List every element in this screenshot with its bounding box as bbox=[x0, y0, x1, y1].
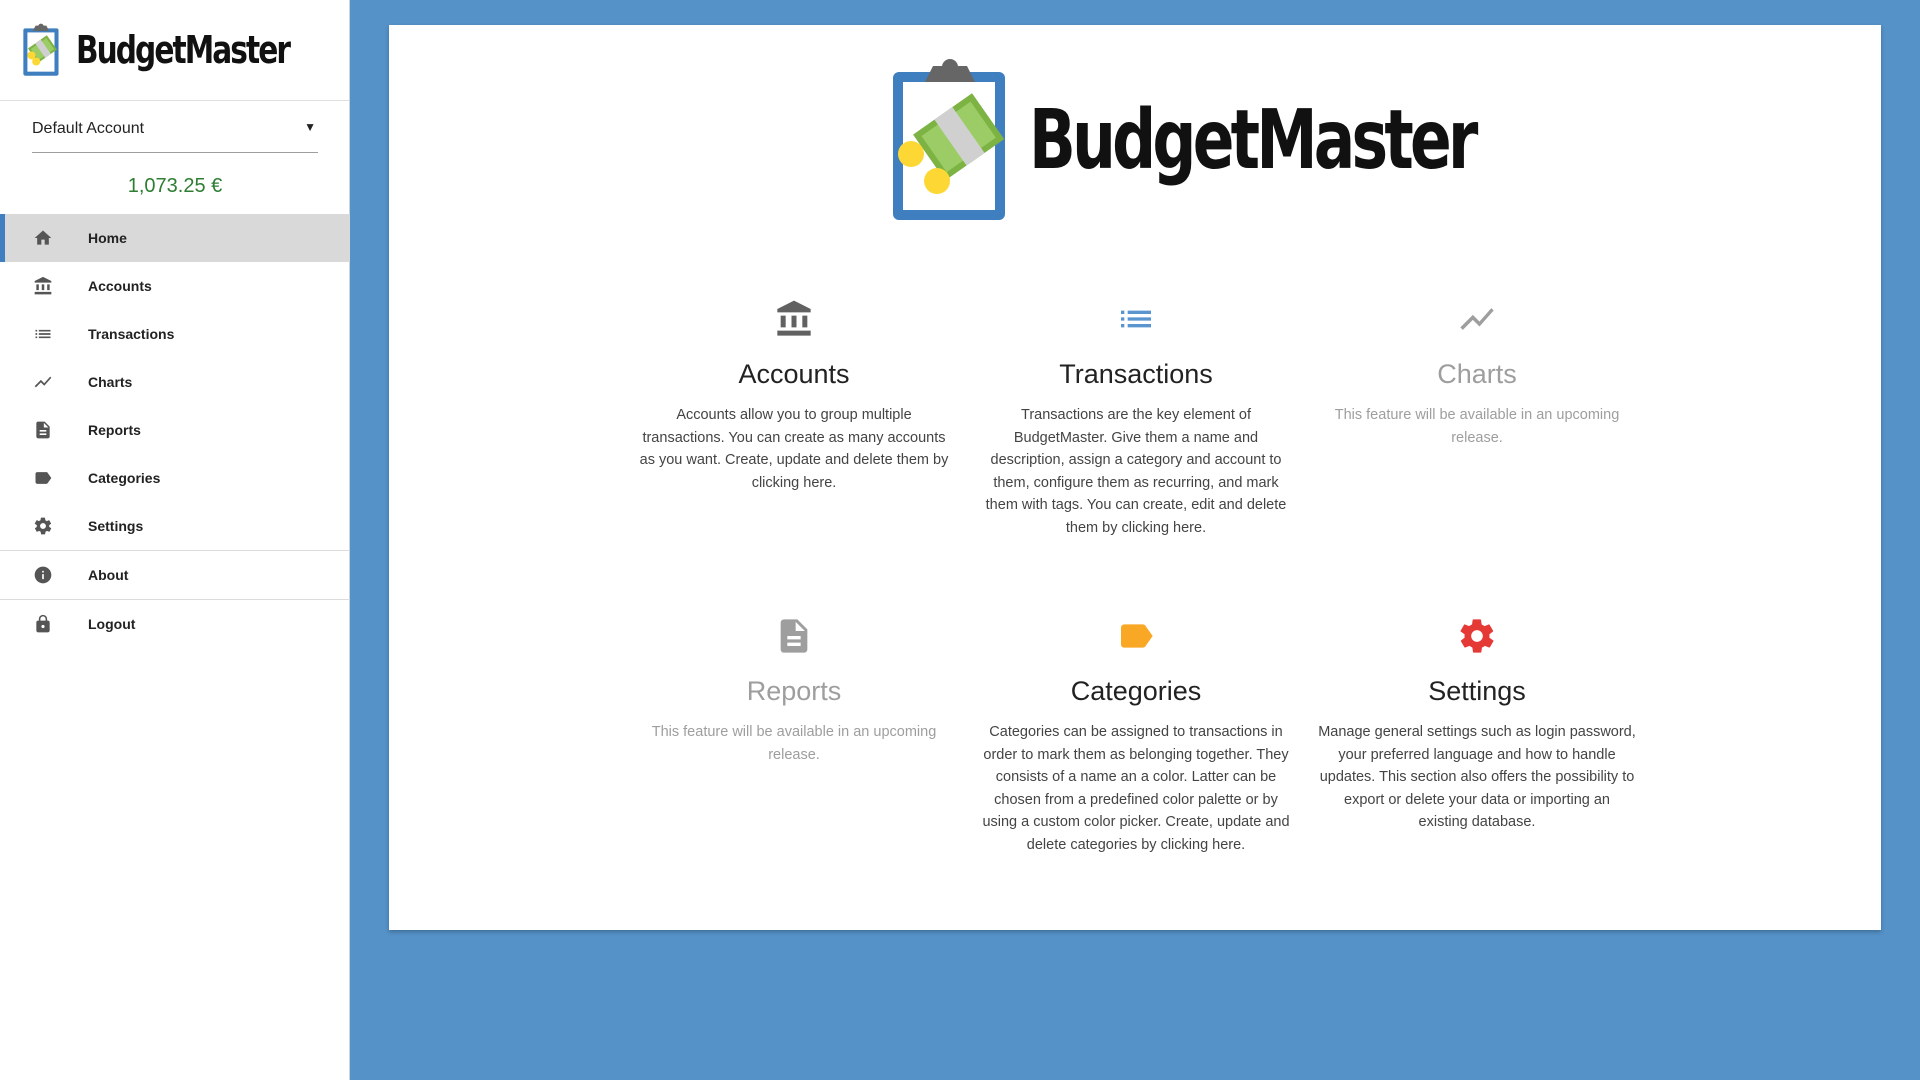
feature-description: This feature will be available in an upc… bbox=[1334, 407, 1620, 446]
info-icon bbox=[34, 566, 52, 584]
sidebar-item-reports[interactable]: Reports bbox=[0, 406, 350, 454]
feature-transactions[interactable]: Transactions Transactions are the key el… bbox=[971, 297, 1301, 539]
sidebar-item-label: Logout bbox=[88, 616, 136, 632]
lock-icon bbox=[36, 614, 50, 633]
sidebar-item-charts[interactable]: Charts bbox=[0, 358, 350, 406]
feature-description: Categories can be assigned to transactio… bbox=[982, 724, 1290, 853]
app-logo bbox=[893, 58, 1005, 220]
app-name: BudgetMaster bbox=[75, 28, 291, 72]
sidebar-item-categories[interactable]: Categories bbox=[0, 454, 350, 502]
hero-banner: BudgetMaster bbox=[889, 55, 1623, 225]
sidebar-item-label: Reports bbox=[88, 422, 141, 438]
sidebar: BudgetMaster Default Account ▼ 1,073.25 … bbox=[0, 0, 350, 1080]
sidebar-item-label: Charts bbox=[88, 374, 133, 390]
feature-description: Transactions are the key element of Budg… bbox=[985, 407, 1287, 536]
sidebar-item-label: Transactions bbox=[88, 326, 175, 342]
gear-icon bbox=[1460, 619, 1494, 653]
list-icon bbox=[35, 329, 51, 339]
feature-description: Manage general settings such as login pa… bbox=[1318, 724, 1636, 830]
home-icon bbox=[34, 230, 52, 245]
home-card: BudgetMaster Accounts Accounts allow you… bbox=[389, 25, 1881, 930]
sidebar-item-home[interactable]: Home bbox=[0, 214, 350, 262]
bank-icon bbox=[34, 276, 52, 295]
dropdown-caret-icon: ▼ bbox=[304, 120, 316, 134]
sidebar-item-accounts[interactable]: Accounts bbox=[0, 262, 350, 310]
feature-description: Accounts allow you to group multiple tra… bbox=[639, 407, 949, 491]
feature-categories[interactable]: Categories Categories can be assigned to… bbox=[971, 614, 1301, 856]
feature-title: Transactions bbox=[1059, 359, 1213, 389]
account-balance: 1,073.25 € bbox=[127, 175, 223, 197]
sidebar-item-settings[interactable]: Settings bbox=[0, 502, 350, 550]
sidebar-item-logout[interactable]: Logout bbox=[0, 600, 350, 648]
sidebar-item-label: Categories bbox=[88, 470, 161, 486]
document-icon bbox=[780, 619, 808, 653]
sidebar-item-transactions[interactable]: Transactions bbox=[0, 310, 350, 358]
sidebar-nav: Home Accounts Transactions Charts Report… bbox=[0, 214, 350, 648]
gear-icon bbox=[34, 517, 52, 535]
hero-title: BudgetMaster bbox=[1029, 92, 1478, 188]
feature-title: Charts bbox=[1437, 359, 1517, 389]
feature-reports: Reports This feature will be available i… bbox=[629, 614, 959, 766]
sidebar-item-label: Home bbox=[88, 230, 127, 246]
feature-description: This feature will be available in an upc… bbox=[651, 724, 937, 763]
label-icon bbox=[1121, 624, 1153, 648]
app-logo bbox=[23, 23, 59, 76]
feature-accounts[interactable]: Accounts Accounts allow you to group mul… bbox=[629, 297, 959, 494]
account-select[interactable]: Default Account ▼ bbox=[32, 117, 318, 153]
document-icon bbox=[36, 421, 50, 439]
bank-icon bbox=[777, 300, 811, 336]
sidebar-item-label: Settings bbox=[88, 518, 144, 534]
feature-charts: Charts This feature will be available in… bbox=[1312, 297, 1642, 449]
sidebar-item-label: About bbox=[88, 567, 129, 583]
label-icon bbox=[35, 472, 52, 484]
account-select-value: Default Account bbox=[32, 120, 145, 137]
feature-title: Accounts bbox=[738, 359, 850, 389]
sidebar-item-label: Accounts bbox=[88, 278, 152, 294]
sidebar-item-about[interactable]: About bbox=[0, 551, 350, 599]
sidebar-brand[interactable]: BudgetMaster bbox=[0, 0, 349, 101]
feature-title: Settings bbox=[1428, 676, 1526, 706]
chart-line-icon bbox=[1460, 308, 1494, 330]
chart-line-icon bbox=[34, 376, 52, 388]
list-icon bbox=[1121, 310, 1151, 328]
feature-title: Reports bbox=[746, 676, 842, 706]
feature-title: Categories bbox=[1070, 676, 1202, 706]
feature-settings[interactable]: Settings Manage general settings such as… bbox=[1312, 614, 1642, 834]
